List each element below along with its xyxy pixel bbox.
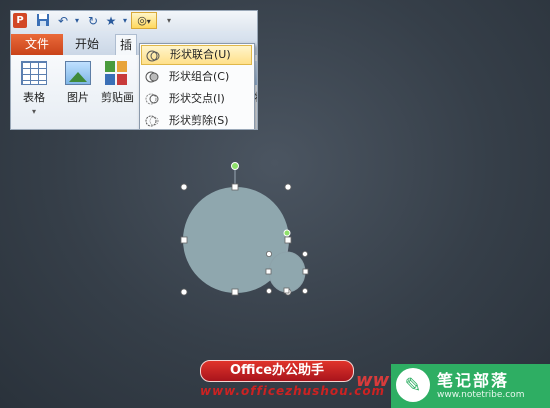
menu-item-shape-union[interactable]: 形状联合(U) xyxy=(141,45,252,65)
menu-item-label: 形状组合(C) xyxy=(169,70,230,83)
resize-handle[interactable] xyxy=(180,288,188,296)
pen-logo-icon: ✎ xyxy=(396,368,430,402)
chevron-down-icon: ▾ xyxy=(31,107,36,116)
menu-item-label: 形状联合(U) xyxy=(170,48,231,61)
small-ellipse-shape[interactable] xyxy=(268,251,306,293)
resize-handle[interactable] xyxy=(284,288,292,296)
shape-combine-icon xyxy=(145,70,159,84)
shape-intersect-icon xyxy=(145,92,159,106)
clip-art-button[interactable]: 剪贴画 xyxy=(101,61,134,105)
resize-handle[interactable] xyxy=(180,183,188,191)
tab-home[interactable]: 开始 xyxy=(75,34,99,55)
shape-subtract-icon xyxy=(145,114,159,128)
shape-union-icon xyxy=(146,49,160,63)
resize-handle[interactable] xyxy=(231,288,239,296)
picture-icon xyxy=(65,61,91,85)
rotation-handle[interactable] xyxy=(231,162,239,170)
rotation-handle-small[interactable] xyxy=(283,229,291,237)
resize-handle[interactable] xyxy=(301,250,308,257)
table-button-label: 表格 xyxy=(23,91,45,104)
office-assistant-badge: Office办公助手 xyxy=(200,360,354,382)
redo-icon[interactable]: ↻ xyxy=(85,13,101,29)
menu-item-shape-intersect[interactable]: 形状交点(I) xyxy=(141,89,252,109)
resize-handle[interactable] xyxy=(231,183,239,191)
resize-handle[interactable] xyxy=(284,236,292,244)
shape-combine-icon: ◎ xyxy=(137,14,147,27)
tab-insert[interactable]: 插 xyxy=(115,34,137,55)
resize-handle[interactable] xyxy=(265,268,272,275)
menu-item-label: 形状剪除(S) xyxy=(169,114,229,127)
shape-combine-menu: 形状联合(U) 形状组合(C) 形状交点(I) 形状剪除(S) xyxy=(139,43,255,129)
powerpoint-app-icon[interactable]: P xyxy=(13,13,27,28)
undo-dropdown-icon[interactable]: ▾ xyxy=(69,13,85,29)
quick-access-toolbar: P ↶ ▾ ↻ ★ ▾ ◎▾ ▾ xyxy=(11,11,257,32)
clip-art-icon xyxy=(105,61,127,85)
notetribe-watermark: ✎ 笔记部落 www.notetribe.com xyxy=(391,364,550,408)
small-ellipse-handles xyxy=(265,250,309,294)
resize-handle[interactable] xyxy=(180,236,188,244)
ribbon: P ↶ ▾ ↻ ★ ▾ ◎▾ ▾ 文件 开始 插 表格 ▾ 图片 剪贴画 形状联… xyxy=(10,10,258,130)
menu-item-label: 形状交点(I) xyxy=(169,92,225,105)
customize-qat-icon[interactable]: ▾ xyxy=(161,13,177,29)
picture-button-label: 图片 xyxy=(67,91,89,104)
menu-item-shape-subtract[interactable]: 形状剪除(S) xyxy=(141,111,252,129)
menu-item-shape-combine[interactable]: 形状组合(C) xyxy=(141,67,252,87)
resize-handle[interactable] xyxy=(284,183,292,191)
shape-combine-dropdown[interactable]: ◎▾ xyxy=(131,12,157,29)
tab-file[interactable]: 文件 xyxy=(11,34,63,55)
save-icon[interactable] xyxy=(35,13,51,29)
notetribe-title: 笔记部落 xyxy=(437,371,510,390)
resize-handle[interactable] xyxy=(283,287,290,294)
resize-handle[interactable] xyxy=(301,287,308,294)
resize-handle[interactable] xyxy=(302,268,309,275)
resize-handle[interactable] xyxy=(265,287,272,294)
table-button[interactable]: 表格 ▾ xyxy=(19,61,49,116)
clip-art-button-label: 剪贴画 xyxy=(101,91,134,104)
chevron-down-icon: ▾ xyxy=(146,17,151,26)
picture-button[interactable]: 图片 xyxy=(63,61,93,105)
large-circle-handles xyxy=(180,183,292,296)
notetribe-url: www.notetribe.com xyxy=(437,390,525,400)
table-icon xyxy=(21,61,47,85)
resize-handle[interactable] xyxy=(265,250,272,257)
large-circle-shape[interactable] xyxy=(183,187,289,293)
